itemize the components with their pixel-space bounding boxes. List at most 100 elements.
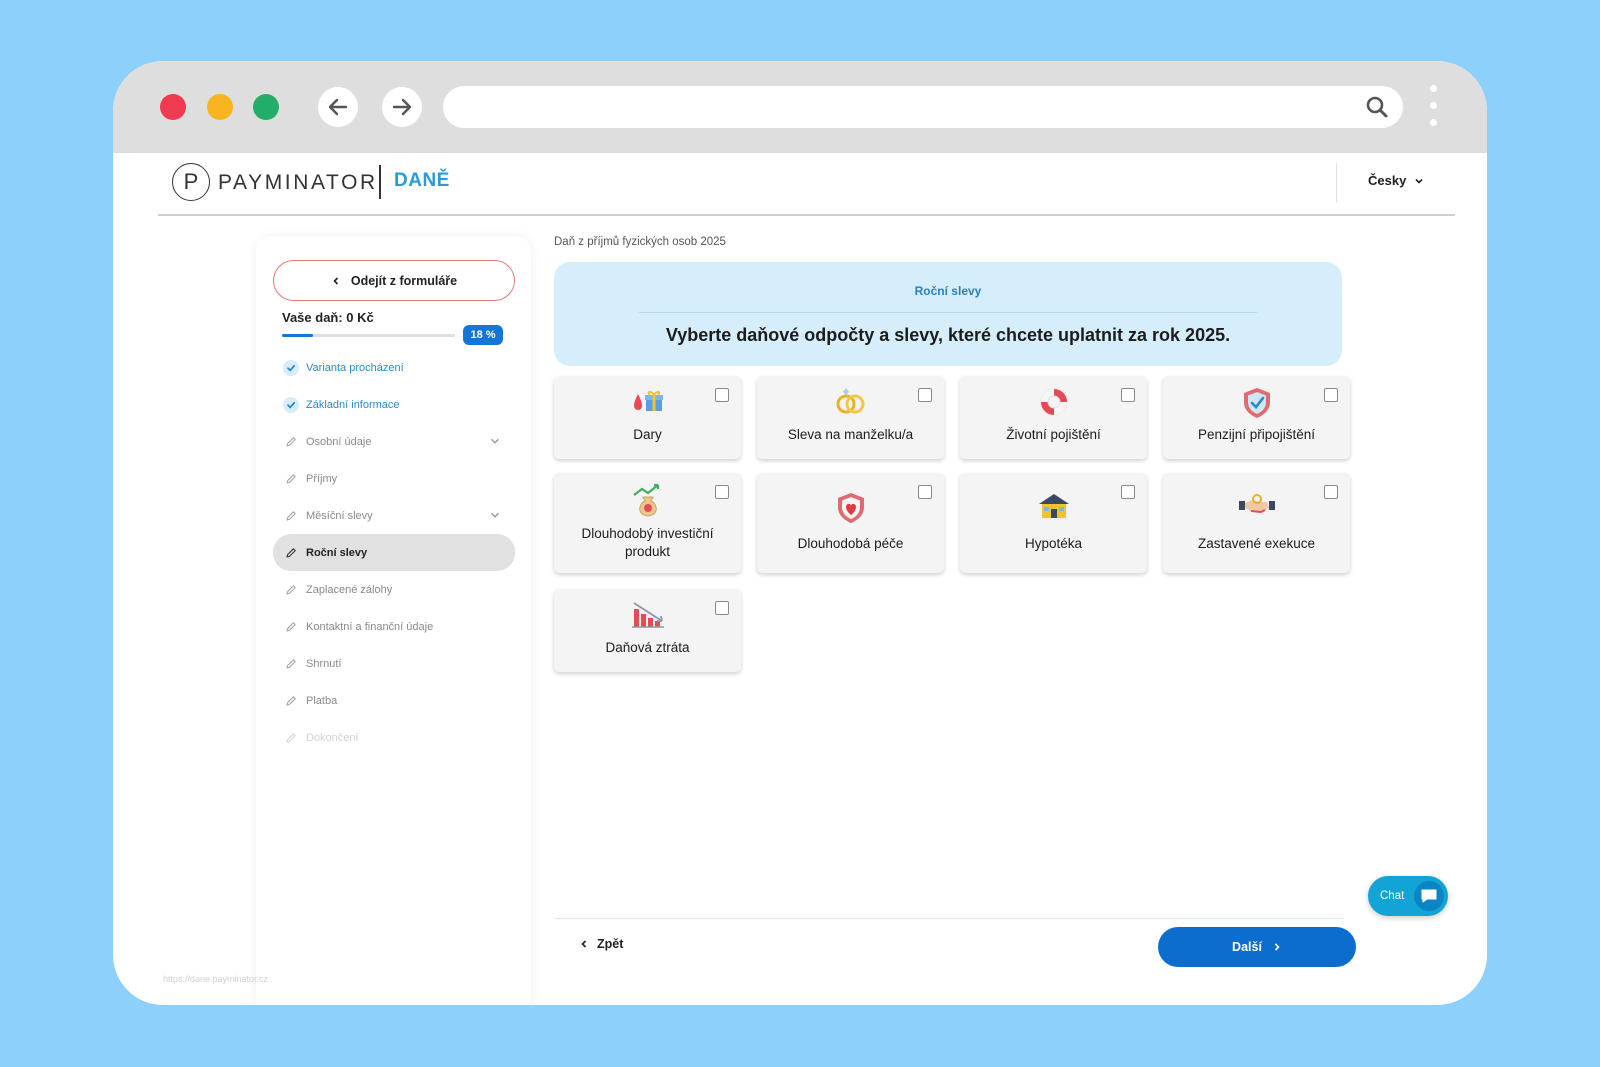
- sidebar-step[interactable]: Kontaktní a finanční údaje: [273, 608, 515, 645]
- option-card[interactable]: Zastavené exekuce: [1163, 473, 1350, 573]
- sidebar-step[interactable]: Roční slevy: [273, 534, 515, 571]
- option-label: Hypotéka: [1024, 536, 1083, 551]
- sidebar-step-label: Osobní údaje: [306, 435, 372, 448]
- house-icon: [960, 491, 1147, 521]
- sidebar-step[interactable]: Měsíční slevy: [273, 497, 515, 534]
- brand-divider: [379, 165, 381, 199]
- language-label: Česky: [1368, 173, 1407, 188]
- payminator-logo-icon[interactable]: P: [172, 163, 210, 201]
- logo-letter: P: [183, 169, 199, 194]
- option-label: Dary: [633, 427, 662, 442]
- chevron-left-icon: [333, 276, 338, 285]
- arrow-left-icon: [328, 98, 348, 116]
- option-card[interactable]: Životní pojištění: [960, 376, 1147, 459]
- shield-check-icon: [1163, 386, 1350, 420]
- option-card[interactable]: Penzijní připojištění: [1163, 376, 1350, 459]
- progress-bar: [282, 334, 455, 337]
- chevron-down-icon[interactable]: [489, 435, 501, 447]
- app-header: P PAYMINATOR DANĚ Česky: [158, 153, 1455, 216]
- sidebar-step-label: Zaplacené zálohy: [306, 583, 393, 596]
- chat-label: Chat: [1380, 890, 1405, 902]
- exit-form-label: Odejít z formuláře: [350, 273, 458, 288]
- option-card[interactable]: Dlouhodobá péče: [757, 473, 944, 573]
- chat-button[interactable]: Chat: [1368, 876, 1448, 916]
- browser-forward-button[interactable]: [382, 87, 422, 127]
- pencil-icon: [283, 656, 299, 672]
- exit-form-button[interactable]: Odejít z formuláře: [273, 260, 515, 301]
- sidebar-step-label: Měsíční slevy: [306, 509, 373, 522]
- breadcrumb: Daň z příjmů fyzických osob 2025: [554, 236, 726, 248]
- browser-chrome: [113, 61, 1487, 153]
- page-title: Vyberte daňové odpočty a slevy, které ch…: [665, 325, 1231, 345]
- back-button[interactable]: Zpět: [579, 937, 623, 951]
- language-selector[interactable]: Česky: [1368, 173, 1424, 188]
- close-window-button[interactable]: [160, 94, 186, 120]
- chart-down-icon: [554, 599, 741, 631]
- sidebar-step-label: Roční slevy: [306, 546, 368, 559]
- sidebar-step[interactable]: Platba: [273, 682, 515, 719]
- language-divider: [1336, 163, 1337, 203]
- option-card[interactable]: Daňová ztráta: [554, 589, 741, 672]
- money-bag-icon: [554, 483, 741, 519]
- option-card[interactable]: Sleva na manželku/a: [757, 376, 944, 459]
- option-label: Daňová ztráta: [605, 640, 690, 655]
- check-icon: [283, 359, 299, 376]
- sidebar-step[interactable]: Osobní údaje: [273, 423, 515, 460]
- option-card[interactable]: Dlouhodobý investiční produkt: [554, 473, 741, 573]
- pencil-icon: [283, 582, 299, 598]
- product-name: DANĚ: [394, 170, 450, 191]
- sidebar-step[interactable]: Základní informace: [273, 386, 515, 423]
- option-label: Dlouhodobý investiční produkt: [581, 526, 714, 559]
- browser-menu-icon[interactable]: [1430, 85, 1438, 131]
- browser-window: P PAYMINATOR DANĚ Česky Odejít z formulá…: [113, 61, 1487, 1005]
- sidebar-step-label: Kontaktní a finanční údaje: [306, 620, 434, 633]
- pencil-icon: [283, 545, 299, 561]
- lifebuoy-icon: [960, 386, 1147, 418]
- brand-name[interactable]: PAYMINATOR: [218, 171, 378, 195]
- back-label: Zpět: [597, 937, 624, 951]
- progress-badge: 18 %: [463, 325, 503, 345]
- maximize-window-button[interactable]: [253, 94, 279, 120]
- pencil-icon: [283, 693, 299, 709]
- option-card[interactable]: Hypotéka: [960, 473, 1147, 573]
- sidebar: Odejít z formuláře Vaše daň: 0 Kč 18 % V…: [256, 236, 531, 1005]
- option-label: Dlouhodobá péče: [797, 536, 904, 551]
- chevron-down-icon[interactable]: [489, 509, 501, 521]
- sidebar-step[interactable]: Shrnutí: [273, 645, 515, 682]
- minimize-window-button[interactable]: [207, 94, 233, 120]
- browser-back-button[interactable]: [318, 87, 358, 127]
- chevron-right-icon: [1274, 943, 1280, 951]
- tax-amount: Vaše daň: 0 Kč: [282, 310, 374, 325]
- gift-icon: [554, 386, 741, 416]
- sidebar-step: Dokončení: [273, 719, 515, 756]
- next-label: Další: [1232, 940, 1262, 954]
- section-divider: [639, 312, 1257, 313]
- sidebar-step[interactable]: Zaplacené zálohy: [273, 571, 515, 608]
- sidebar-step-label: Příjmy: [306, 472, 338, 485]
- section-header: Roční slevy Vyberte daňové odpočty a sle…: [554, 262, 1342, 366]
- sidebar-step-label: Platba: [306, 694, 338, 707]
- arrow-right-icon: [392, 98, 412, 116]
- search-icon[interactable]: [1365, 95, 1389, 119]
- sidebar-step[interactable]: Varianta procházení: [273, 349, 515, 386]
- footer-divider: [554, 918, 1344, 919]
- sidebar-step[interactable]: Příjmy: [273, 460, 515, 497]
- chevron-down-icon: [1415, 178, 1423, 184]
- pencil-icon: [283, 434, 299, 450]
- address-bar[interactable]: [443, 86, 1403, 128]
- pencil-icon: [283, 471, 299, 487]
- step-list: Varianta procházení Základní informace Oso…: [273, 349, 515, 756]
- next-button[interactable]: Další: [1158, 927, 1356, 967]
- sidebar-step-label: Shrnutí: [306, 657, 342, 670]
- pencil-icon: [283, 730, 299, 746]
- section-label: Roční slevy: [914, 284, 982, 298]
- progress-fill: [282, 334, 314, 337]
- chevron-left-icon: [581, 940, 587, 948]
- status-url: https://dane.payminator.cz: [163, 974, 269, 984]
- option-label: Sleva na manželku/a: [787, 427, 914, 442]
- handshake-icon: [1163, 491, 1350, 521]
- heart-shield-icon: [757, 491, 944, 525]
- rings-icon: [757, 386, 944, 416]
- check-icon: [283, 396, 299, 413]
- option-card[interactable]: Dary: [554, 376, 741, 459]
